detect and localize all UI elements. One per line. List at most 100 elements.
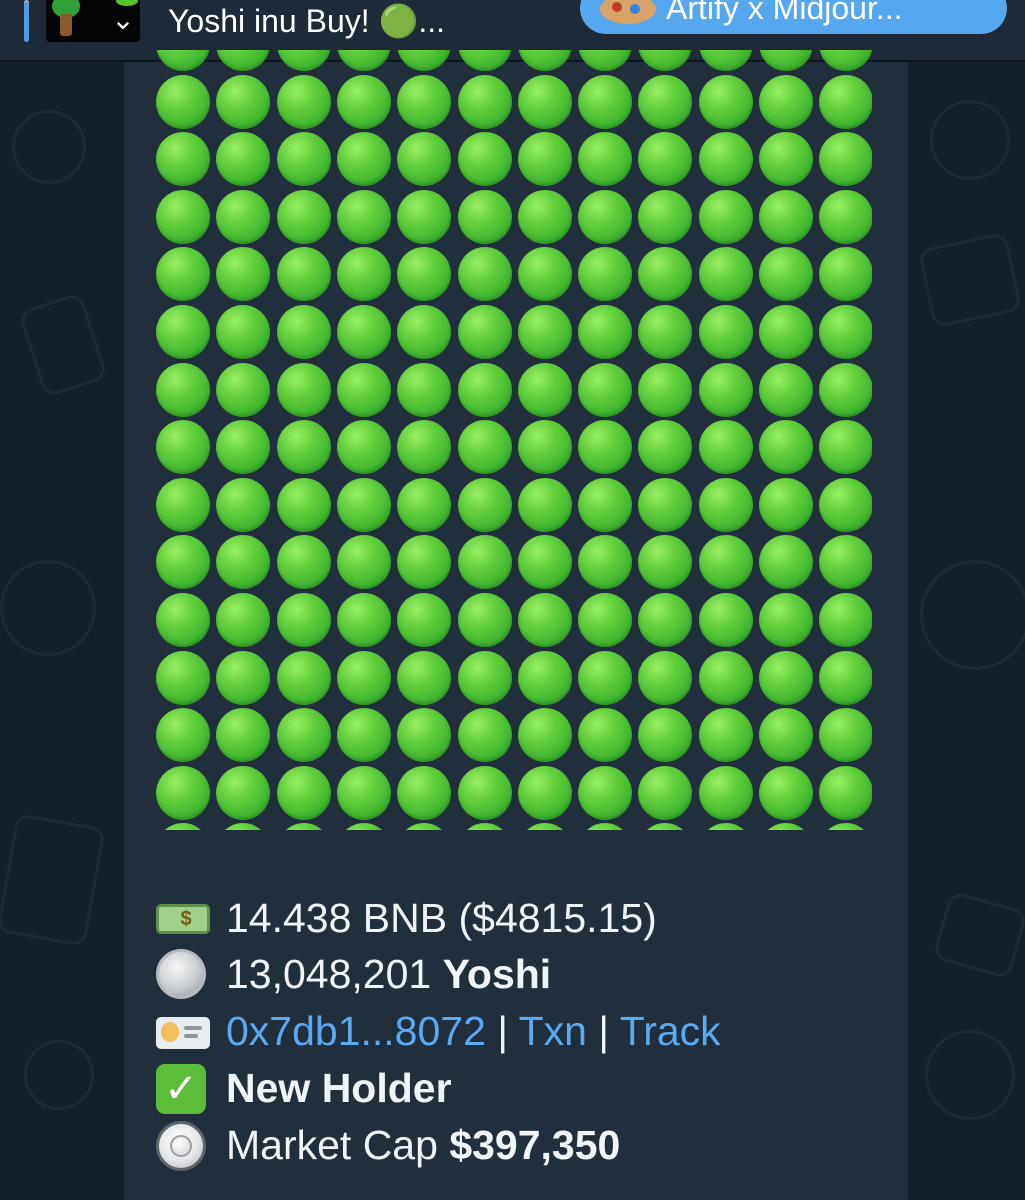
- green-circle-emoji: [638, 477, 693, 532]
- green-circle-emoji: [276, 477, 331, 532]
- green-circle-emoji: [336, 362, 391, 417]
- green-circle-emoji: [457, 708, 512, 763]
- tree-trunk: [60, 14, 72, 36]
- green-circle-emoji: [156, 823, 210, 830]
- green-circle-emoji: [698, 420, 753, 475]
- green-circle-emoji: [397, 477, 452, 532]
- green-circle-emoji: [698, 362, 753, 417]
- green-circle-emoji: [698, 593, 753, 647]
- green-circle-emoji: [578, 477, 633, 532]
- green-circle-emoji: [276, 593, 331, 647]
- green-circle-emoji: [276, 247, 331, 302]
- green-circle-emoji: [216, 74, 271, 129]
- green-circle-emoji: [397, 74, 452, 129]
- green-circle-emoji: [156, 420, 210, 475]
- green-circle-emoji: [216, 132, 271, 187]
- green-circle-emoji: [457, 823, 512, 830]
- green-circle-emoji: [397, 189, 452, 244]
- green-circle-emoji: [638, 823, 693, 830]
- double-chevron-down-icon[interactable]: ⌄: [108, 2, 138, 38]
- green-circle-emoji: [819, 477, 872, 532]
- green-circle-emoji: [156, 189, 210, 244]
- green-circle-emoji: [336, 247, 391, 302]
- green-circle-emoji: [698, 247, 753, 302]
- holder-status-line: ✓ New Holder: [156, 1060, 896, 1116]
- green-circle-emoji: [216, 823, 271, 830]
- green-circle-emoji: [578, 650, 633, 705]
- green-circle-emoji: [759, 420, 813, 475]
- green-circle-emoji: [397, 50, 452, 71]
- green-circle-emoji: [578, 132, 633, 187]
- green-circle-emoji: [578, 535, 633, 590]
- green-circle-emoji: [216, 305, 271, 359]
- green-circle-emoji: [276, 708, 331, 763]
- wallet-address-link[interactable]: 0x7db1...8072: [226, 1008, 486, 1054]
- green-circle-emoji: [336, 305, 391, 359]
- green-circle-emoji: [457, 420, 512, 475]
- green-circle-emoji: [276, 420, 331, 475]
- green-circle-emoji: [698, 765, 753, 820]
- wallpaper-doodle: [930, 100, 1010, 180]
- pinned-message-title: Yoshi inu Buy! 🟢...: [168, 0, 445, 42]
- green-circle-emoji: [156, 247, 210, 302]
- green-circle-emoji: [336, 189, 391, 244]
- green-circle-emoji: [819, 650, 872, 705]
- green-circle-emoji: [216, 708, 271, 763]
- token-name: Yoshi: [442, 951, 552, 997]
- green-circle-emoji: [819, 50, 872, 71]
- green-circle-emoji: [517, 74, 572, 129]
- green-circle-emoji: [457, 132, 512, 187]
- green-circle-emoji: [216, 189, 271, 244]
- pinned-button-label: Artify x Midjour...: [666, 0, 903, 26]
- green-circle-emoji: [638, 247, 693, 302]
- green-circle-emoji: [698, 823, 753, 830]
- track-link[interactable]: Track: [620, 1008, 721, 1054]
- wallpaper-doodle: [931, 890, 1025, 980]
- green-circle-emoji: [156, 650, 210, 705]
- green-circle-emoji: [759, 477, 813, 532]
- green-circle-emoji: [759, 593, 813, 647]
- wallpaper-doodle: [917, 231, 1023, 329]
- green-circle-emoji: [638, 132, 693, 187]
- market-cap-wrapper: Market Cap $397,350: [226, 1117, 620, 1173]
- green-circle-emoji: [638, 535, 693, 590]
- green-circle-emoji: [457, 305, 512, 359]
- green-circle-emoji: [517, 650, 572, 705]
- green-circle-emoji: [578, 74, 633, 129]
- green-circle-emoji: [397, 305, 452, 359]
- green-circle-emoji: [336, 823, 391, 830]
- market-cap-value: $397,350: [449, 1122, 621, 1168]
- green-circle-emoji: [819, 535, 872, 590]
- green-circle-emoji: [759, 535, 813, 590]
- wallpaper-doodle: [17, 292, 109, 398]
- green-circle-emoji: [819, 362, 872, 417]
- green-circle-emoji: [638, 593, 693, 647]
- link-separator: |: [598, 1008, 610, 1054]
- green-circle-emoji: [759, 74, 813, 129]
- green-circle-emoji: [156, 362, 210, 417]
- green-circle-emoji: [759, 189, 813, 244]
- green-circle-emoji: [156, 305, 210, 359]
- green-circle-emoji: [759, 50, 813, 71]
- links-wrapper: 0x7db1...8072 | Txn | Track: [226, 1003, 721, 1059]
- green-circle-emoji: [578, 708, 633, 763]
- green-circle-emoji: [819, 765, 872, 820]
- holder-status-text: New Holder: [226, 1065, 452, 1111]
- green-circle-emoji-grid: [156, 50, 872, 830]
- green-circle-emoji: [397, 765, 452, 820]
- green-circle-emoji: [457, 535, 512, 590]
- green-circle-emoji: [397, 708, 452, 763]
- green-circle-emoji: [397, 132, 452, 187]
- green-circle-emoji: [397, 823, 452, 830]
- green-circle-emoji: [336, 477, 391, 532]
- wallpaper-doodle: [24, 1040, 94, 1110]
- txn-link[interactable]: Txn: [519, 1008, 587, 1054]
- green-circle-emoji: [457, 650, 512, 705]
- green-circle-emoji: [759, 650, 813, 705]
- green-circle-emoji: [517, 305, 572, 359]
- green-circle-emoji: [578, 50, 633, 71]
- green-circle-emoji: [578, 189, 633, 244]
- radio-button-icon: [156, 1121, 206, 1171]
- green-circle-emoji: [216, 477, 271, 532]
- check-mark-icon: ✓: [156, 1064, 206, 1114]
